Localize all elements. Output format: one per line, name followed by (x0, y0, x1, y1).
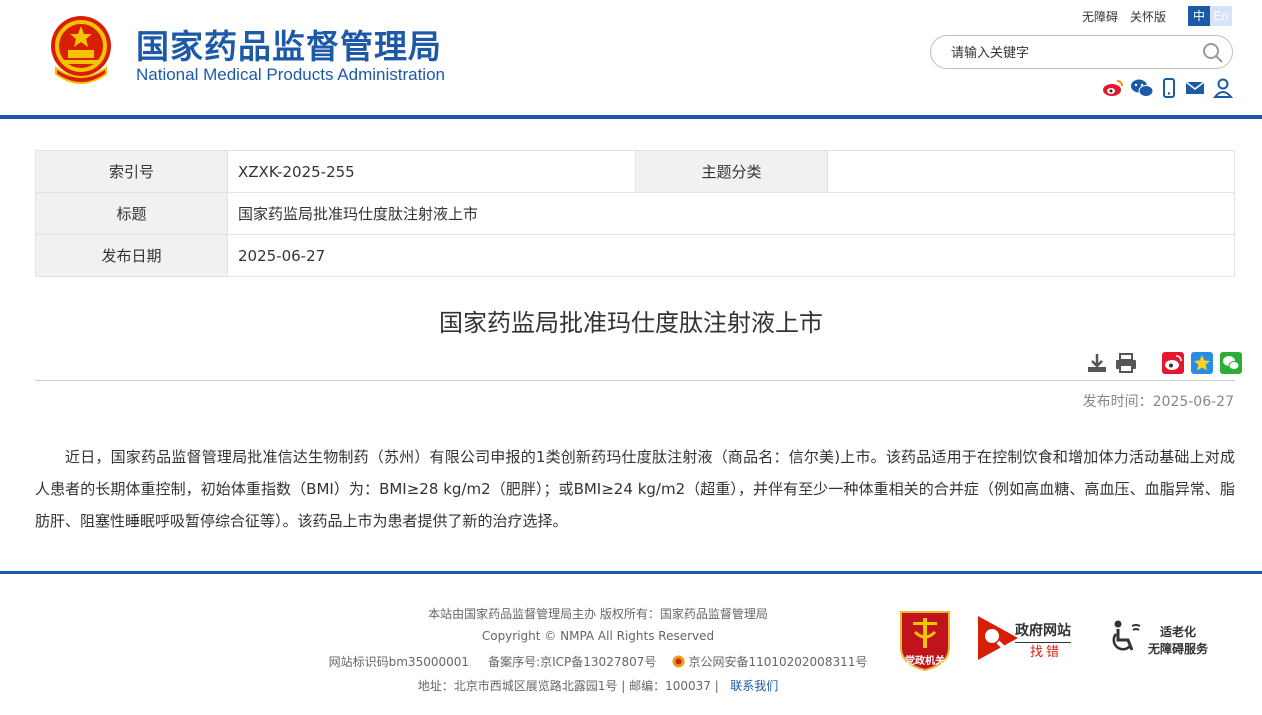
date-value: 2025-06-27 (227, 234, 1235, 277)
index-label: 索引号 (35, 150, 228, 193)
date-label: 发布日期 (35, 234, 228, 277)
table-row: 发布日期 2025-06-27 (35, 234, 1235, 277)
mobile-icon[interactable] (1160, 78, 1178, 98)
site-footer: 本站由国家药品监督管理局主办 版权所有：国家药品监督管理局 Copyright … (0, 574, 1262, 715)
table-row: 标题 国家药监局批准玛仕度肽注射液上市 (35, 192, 1235, 235)
gov-website-error-badge[interactable]: 政府网站 找错 (978, 616, 1078, 660)
wheelchair-icon (1112, 620, 1141, 651)
site-header: 国家药品监督管理局 National Medical Products Admi… (0, 0, 1262, 116)
title-label: 标题 (35, 192, 228, 235)
contact-us-link[interactable]: 联系我们 (730, 679, 778, 693)
print-icon[interactable] (1115, 352, 1137, 374)
icp-link[interactable]: 备案序号:京ICP备13027807号 (488, 655, 656, 669)
category-label: 主题分类 (635, 150, 828, 193)
download-icon[interactable] (1086, 352, 1108, 374)
party-gov-badge[interactable]: 党政机关 (897, 608, 953, 672)
share-wechat-icon[interactable] (1220, 352, 1242, 374)
article-tools (1086, 352, 1249, 374)
accessibility-link[interactable]: 无障碍 (1082, 8, 1118, 25)
table-row: 索引号 XZXK-2025-255 主题分类 (35, 150, 1235, 193)
weibo-icon[interactable] (1102, 78, 1124, 98)
find-error-label: 找错 (1030, 645, 1063, 660)
share-weibo-icon[interactable] (1162, 352, 1184, 374)
category-value (827, 150, 1235, 193)
accessibility-service-label: 无障碍服务 (1148, 642, 1209, 656)
lang-en-button[interactable]: En (1210, 6, 1232, 26)
article-body: 近日，国家药品监督管理局批准信达生物制药（苏州）有限公司申报的1类创新药玛仕度肽… (35, 448, 1235, 530)
site-id: 网站标识码bm35000001 (328, 655, 470, 669)
article-divider (35, 380, 1235, 381)
lang-cn-button[interactable]: 中 (1188, 6, 1210, 26)
police-badge-icon (672, 655, 685, 668)
index-value: XZXK-2025-255 (227, 150, 636, 193)
share-qzone-icon[interactable] (1191, 352, 1213, 374)
address-text: 地址：北京市西城区展览路北露园1号 | 邮编：100037 | (417, 679, 719, 693)
police-record-link[interactable]: 京公网安备11010202008311号 (688, 655, 867, 669)
elder-label: 适老化 (1160, 625, 1197, 639)
elder-accessibility-badge[interactable]: 适老化 无障碍服务 (1110, 620, 1222, 660)
gov-website-label: 政府网站 (1015, 620, 1071, 643)
article-title: 国家药监局批准玛仕度肽注射液上市 (439, 309, 823, 337)
mail-icon[interactable] (1184, 78, 1206, 98)
footer-address: 地址：北京市西城区展览路北露园1号 | 邮编：100037 | 联系我们 (0, 677, 1196, 694)
wechat-icon[interactable] (1130, 78, 1154, 98)
care-mode-link[interactable]: 关怀版 (1130, 8, 1166, 25)
national-emblem-logo[interactable] (46, 12, 116, 84)
search-box (930, 35, 1233, 69)
site-name-en[interactable]: National Medical Products Administration (136, 65, 445, 85)
social-links (1102, 78, 1234, 98)
party-gov-badge-label: 党政机关 (905, 656, 945, 667)
site-name-cn[interactable]: 国家药品监督管理局 (136, 20, 442, 68)
magnifier-icon (978, 616, 1018, 660)
user-icon[interactable] (1212, 78, 1234, 98)
title-value: 国家药监局批准玛仕度肽注射液上市 (227, 192, 1235, 235)
search-icon[interactable] (1202, 42, 1224, 64)
search-input[interactable] (949, 42, 1193, 64)
header-divider (0, 115, 1262, 119)
top-links: 无障碍 关怀版 中 En (1082, 6, 1232, 26)
publish-date: 发布时间：2025-06-27 (1082, 394, 1234, 410)
article-info-table: 索引号 XZXK-2025-255 主题分类 标题 国家药监局批准玛仕度肽注射液… (35, 150, 1235, 277)
